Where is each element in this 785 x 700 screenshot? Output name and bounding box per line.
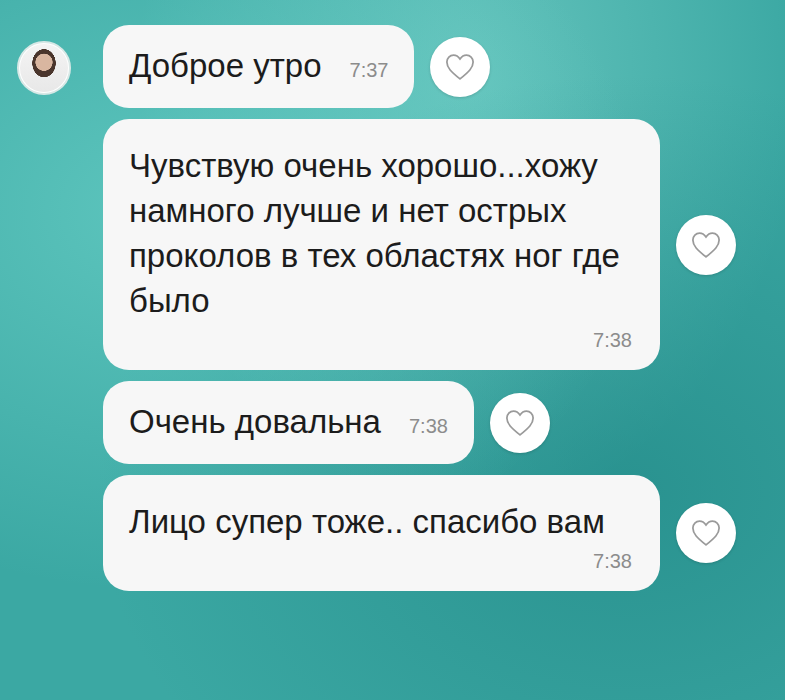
heart-icon <box>691 231 721 259</box>
avatar-slot <box>0 381 87 397</box>
avatar-slot <box>0 475 87 491</box>
like-button[interactable] <box>490 393 550 453</box>
chat-screen: Доброе утро 7:37 Чувствую очень хорошо...х… <box>0 0 785 700</box>
avatar-slot <box>0 25 87 95</box>
message-list: Доброе утро 7:37 Чувствую очень хорошо...х… <box>0 25 785 591</box>
message-row: Чувствую очень хорошо...хожу намного луч… <box>0 119 785 370</box>
message-text: Лицо супер тоже.. спасибо вам <box>129 499 632 544</box>
message-bubble[interactable]: Чувствую очень хорошо...хожу намного луч… <box>103 119 660 370</box>
message-text: Очень довальна <box>129 399 381 444</box>
like-button[interactable] <box>676 503 736 563</box>
like-button[interactable] <box>430 37 490 97</box>
message-time: 7:38 <box>409 415 448 438</box>
message-bubble[interactable]: Очень довальна 7:38 <box>103 381 474 464</box>
avatar-photo[interactable] <box>17 41 71 95</box>
avatar-slot <box>0 119 87 135</box>
message-row: Очень довальна 7:38 <box>0 381 785 464</box>
message-time: 7:38 <box>593 329 632 352</box>
message-bubble[interactable]: Лицо супер тоже.. спасибо вам 7:38 <box>103 475 660 591</box>
heart-icon <box>445 53 475 81</box>
message-time: 7:37 <box>350 59 389 82</box>
message-time: 7:38 <box>593 550 632 573</box>
message-row: Лицо супер тоже.. спасибо вам 7:38 <box>0 475 785 591</box>
heart-icon <box>691 519 721 547</box>
message-row: Доброе утро 7:37 <box>0 25 785 108</box>
message-text: Доброе утро <box>129 43 322 88</box>
heart-icon <box>505 409 535 437</box>
message-text: Чувствую очень хорошо...хожу намного луч… <box>129 143 632 323</box>
like-button[interactable] <box>676 215 736 275</box>
message-bubble[interactable]: Доброе утро 7:37 <box>103 25 414 108</box>
